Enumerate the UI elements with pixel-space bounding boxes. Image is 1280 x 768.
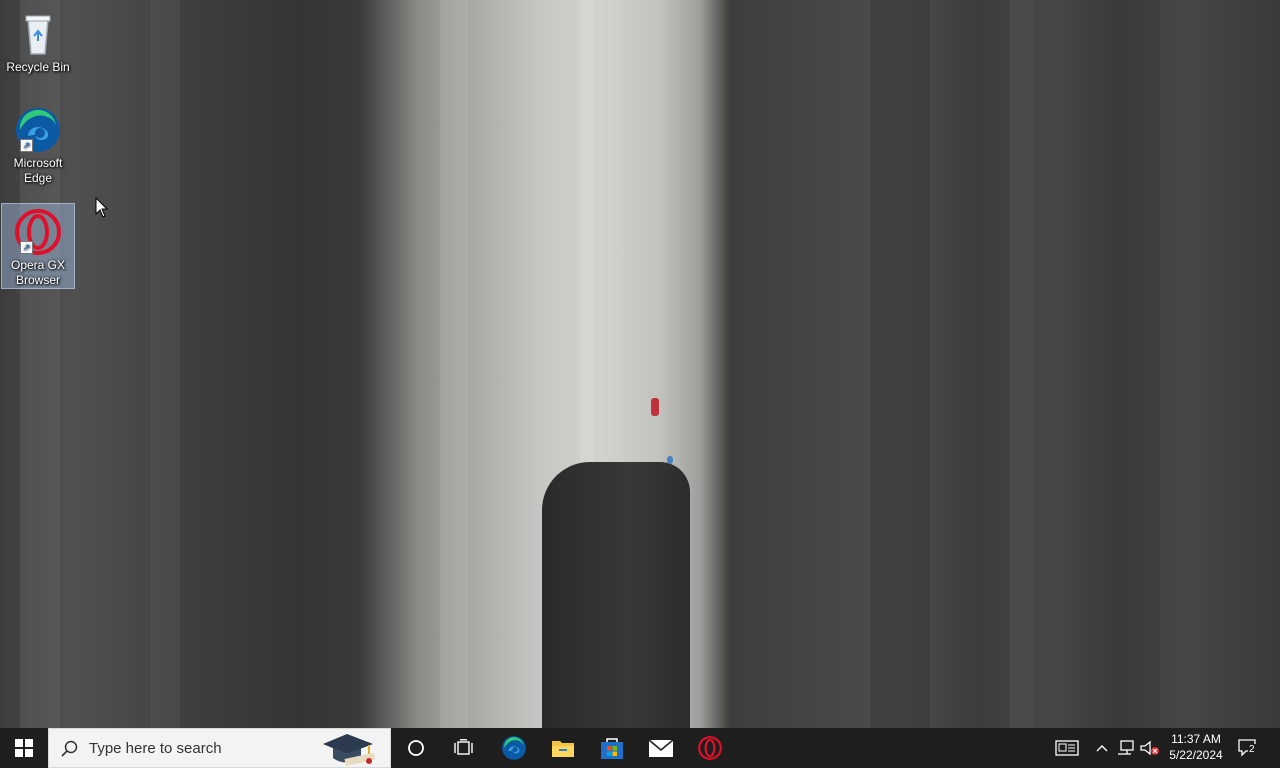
store-icon bbox=[601, 738, 623, 759]
desktop-icon-label: Opera GX Browser bbox=[10, 258, 66, 287]
news-icon bbox=[1055, 740, 1079, 756]
desktop-icon-microsoft-edge[interactable]: ➚ Microsoft Edge bbox=[2, 102, 74, 188]
task-view-button[interactable] bbox=[440, 728, 488, 768]
desktop-icon-opera-gx[interactable]: ➚ Opera GX Browser bbox=[1, 203, 75, 289]
cortana-icon bbox=[408, 740, 424, 756]
mouse-cursor-icon bbox=[95, 197, 109, 218]
taskbar-store-button[interactable] bbox=[588, 728, 636, 768]
news-widget-button[interactable] bbox=[1054, 738, 1080, 758]
search-icon bbox=[61, 740, 78, 757]
network-button[interactable] bbox=[1116, 738, 1136, 758]
mail-icon bbox=[648, 739, 674, 757]
network-icon bbox=[1118, 740, 1134, 755]
clock[interactable]: 11:37 AM 5/22/2024 bbox=[1163, 731, 1229, 763]
search-placeholder: Type here to search bbox=[89, 740, 222, 757]
clock-date: 5/22/2024 bbox=[1169, 748, 1223, 762]
clock-time: 11:37 AM bbox=[1171, 732, 1221, 746]
taskbar: Type here to search 11:37 AM 5/22/2024 2 bbox=[0, 728, 1280, 768]
volume-button[interactable] bbox=[1140, 738, 1160, 758]
taskbar-file-explorer-button[interactable] bbox=[539, 728, 587, 768]
volume-muted-icon bbox=[1140, 740, 1159, 756]
shortcut-arrow-icon: ➚ bbox=[20, 241, 33, 254]
desktop-icon-recycle-bin[interactable]: Recycle Bin bbox=[2, 6, 74, 74]
search-box[interactable]: Type here to search bbox=[48, 728, 391, 768]
graduation-cap-icon bbox=[323, 734, 376, 766]
recycle-bin-icon bbox=[14, 10, 62, 58]
start-button[interactable] bbox=[0, 728, 48, 768]
desktop-icon-label: Recycle Bin bbox=[6, 60, 70, 74]
taskbar-mail-button[interactable] bbox=[637, 728, 685, 768]
opera-gx-icon bbox=[698, 736, 722, 760]
show-hidden-icons-button[interactable] bbox=[1094, 738, 1110, 758]
notification-center-button[interactable]: 2 bbox=[1236, 738, 1260, 758]
taskbar-edge-button[interactable] bbox=[490, 728, 538, 768]
chevron-up-icon bbox=[1096, 745, 1108, 752]
task-view-icon bbox=[454, 739, 473, 755]
taskbar-opera-gx-button[interactable] bbox=[686, 728, 734, 768]
climber-blue bbox=[667, 456, 673, 464]
opera-gx-icon: ➚ bbox=[14, 208, 62, 256]
edge-icon: ➚ bbox=[14, 106, 62, 154]
folder-icon bbox=[552, 741, 574, 757]
shortcut-arrow-icon: ➚ bbox=[20, 139, 33, 152]
rock-pillar bbox=[542, 462, 690, 728]
desktop-wallpaper bbox=[0, 0, 1280, 728]
windows-logo-icon bbox=[15, 739, 33, 757]
desktop-icon-label: Microsoft Edge bbox=[13, 156, 63, 185]
climber-red bbox=[651, 398, 659, 416]
cortana-button[interactable] bbox=[392, 728, 440, 768]
edge-icon bbox=[502, 736, 526, 760]
notification-count-badge: 2 bbox=[1248, 744, 1256, 755]
